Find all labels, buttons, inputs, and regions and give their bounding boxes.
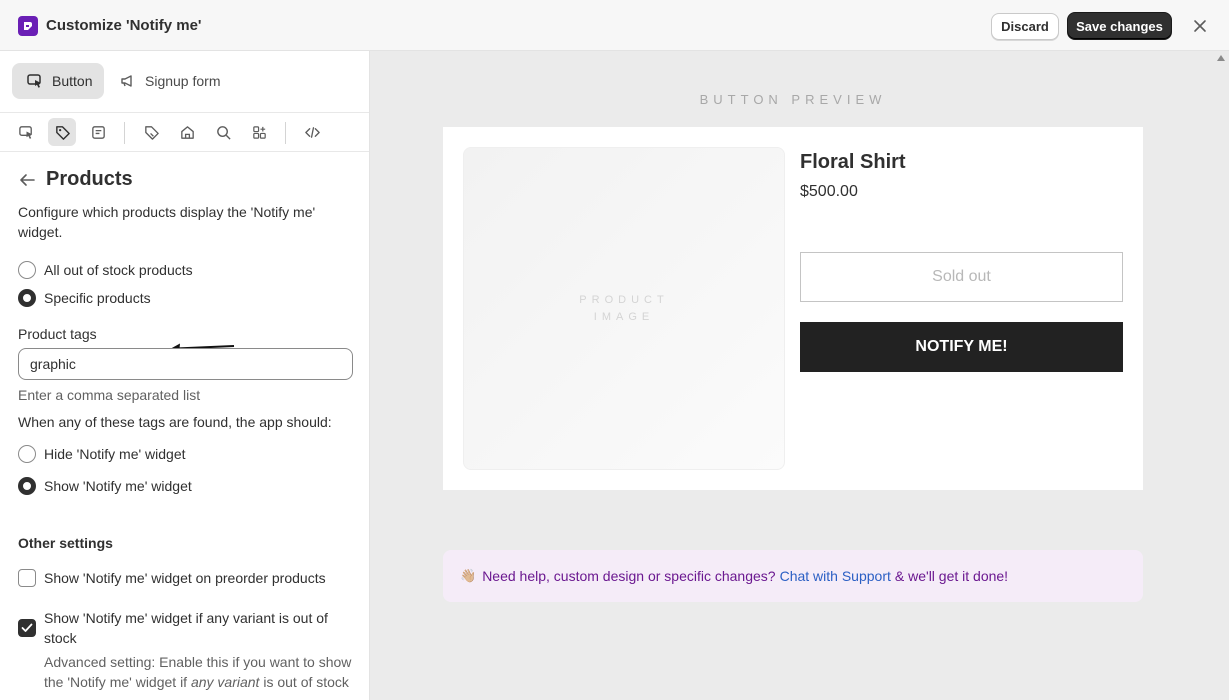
home-icon[interactable]	[173, 118, 201, 146]
top-bar: Customize 'Notify me' Discard Save chang…	[0, 0, 1229, 51]
radio-label: Hide 'Notify me' widget	[44, 446, 186, 462]
preorder-checkbox[interactable]	[18, 569, 36, 587]
radio-label: Show 'Notify me' widget	[44, 478, 192, 494]
variant-checkbox[interactable]	[18, 619, 36, 637]
radio-specific-products[interactable]: Specific products	[18, 289, 151, 307]
section-title: Products	[46, 168, 133, 190]
help-banner: 👋🏼 Need help, custom design or specific …	[443, 550, 1143, 602]
product-image-label: PRODUCT IMAGE	[579, 293, 669, 323]
code-icon[interactable]	[298, 118, 326, 146]
radio-button[interactable]	[18, 289, 36, 307]
tab-signup-form[interactable]: Signup form	[105, 63, 235, 99]
radio-label: Specific products	[44, 290, 151, 306]
tag-action-label: When any of these tags are found, the ap…	[18, 414, 332, 430]
product-name: Floral Shirt	[800, 151, 906, 173]
back-arrow-icon[interactable]	[18, 172, 38, 188]
search-icon[interactable]	[209, 118, 237, 146]
product-image-placeholder: PRODUCT IMAGE	[463, 147, 785, 470]
scroll-up-icon[interactable]	[1216, 54, 1226, 62]
checkbox-label: Show 'Notify me' widget if any variant i…	[44, 610, 328, 646]
checkbox-label: Show 'Notify me' widget on preorder prod…	[44, 570, 326, 586]
tab-button-label: Button	[52, 73, 93, 89]
radio-show-widget[interactable]: Show 'Notify me' widget	[18, 477, 192, 495]
sold-out-button: Sold out	[800, 252, 1123, 302]
radio-label: All out of stock products	[44, 262, 193, 278]
apps-icon[interactable]	[245, 118, 273, 146]
toolbar-divider	[124, 122, 125, 144]
mode-tabs: Button Signup form	[0, 51, 369, 113]
tab-signup-form-label: Signup form	[145, 73, 221, 89]
product-tags-help: Enter a comma separated list	[18, 387, 201, 403]
settings-sidebar: Button Signup form Products Configure wh…	[0, 51, 370, 700]
chat-with-support-link[interactable]: Chat with Support	[780, 568, 891, 584]
advanced-setting-help: Advanced setting: Enable this if you wan…	[44, 652, 359, 692]
cursor-icon[interactable]	[12, 118, 40, 146]
preorder-checkbox-row[interactable]: Show 'Notify me' widget on preorder prod…	[18, 568, 344, 588]
app-logo-icon	[18, 16, 38, 36]
radio-button[interactable]	[18, 445, 36, 463]
megaphone-icon	[119, 72, 137, 90]
radio-button[interactable]	[18, 477, 36, 495]
other-settings-heading: Other settings	[18, 535, 113, 551]
product-tags-label: Product tags	[18, 326, 97, 342]
notify-me-button[interactable]: NOTIFY ME!	[800, 322, 1123, 372]
preview-heading: BUTTON PREVIEW	[699, 92, 887, 107]
discard-button[interactable]: Discard	[991, 13, 1059, 40]
section-description: Configure which products display the 'No…	[18, 204, 316, 240]
radio-all-out-of-stock[interactable]: All out of stock products	[18, 261, 193, 279]
radio-hide-widget[interactable]: Hide 'Notify me' widget	[18, 445, 186, 463]
note-icon[interactable]	[84, 118, 112, 146]
waving-hand-icon: 👋🏼	[460, 568, 477, 583]
price-tag-icon[interactable]	[137, 118, 165, 146]
tag-icon[interactable]	[48, 118, 76, 146]
product-tags-input[interactable]	[18, 348, 353, 380]
radio-button[interactable]	[18, 261, 36, 279]
advanced-help-suffix: is out of stock	[263, 674, 349, 690]
cursor-click-icon	[26, 72, 44, 90]
advanced-help-emphasis: any variant	[190, 674, 260, 690]
help-text: Need help, custom design or specific cha…	[482, 568, 776, 584]
save-changes-button[interactable]: Save changes	[1067, 12, 1172, 40]
product-price: $500.00	[800, 183, 858, 200]
toolbar-divider	[285, 122, 286, 144]
close-icon[interactable]	[1190, 16, 1210, 36]
help-text-end: & we'll get it done!	[894, 568, 1009, 584]
section-toolbar	[0, 113, 369, 152]
page-title: Customize 'Notify me'	[46, 17, 202, 34]
checkmark-icon	[21, 623, 33, 632]
variant-checkbox-row[interactable]: Show 'Notify me' widget if any variant i…	[18, 608, 344, 648]
tab-button[interactable]: Button	[12, 63, 104, 99]
